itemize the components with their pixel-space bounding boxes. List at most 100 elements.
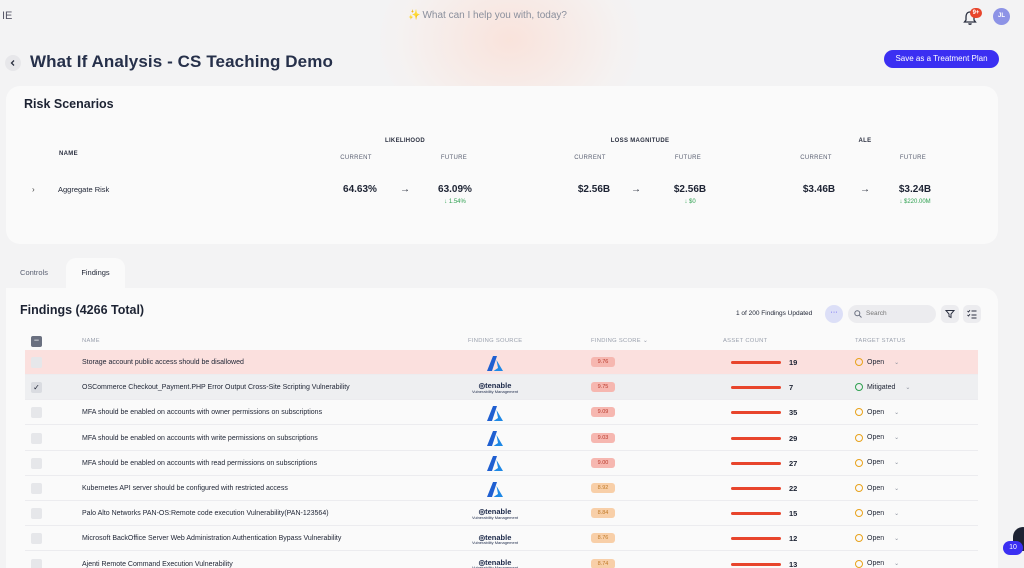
loss-delta: ↓ $0 (684, 199, 696, 205)
table-row[interactable]: Storage account public access should be … (25, 350, 978, 375)
likelihood-current-header: CURRENT (340, 155, 372, 161)
column-header-asset-count: ASSET COUNT (723, 338, 768, 344)
finding-name: OSCommerce Checkout_Payment.PHP Error Ou… (82, 384, 350, 392)
table-row[interactable]: MFA should be enabled on accounts with w… (25, 426, 978, 451)
target-status-select[interactable]: Open ⌄ (855, 534, 899, 543)
row-checkbox[interactable] (31, 432, 42, 444)
back-button[interactable] (5, 55, 21, 71)
table-row[interactable]: Ajenti Remote Command Execution Vulnerab… (25, 552, 978, 568)
asset-count: 35 (789, 408, 798, 418)
ask-assistant-input[interactable]: ✨ What can I help you with, today? (408, 10, 567, 21)
table-row[interactable]: Microsoft BackOffice Server Web Administ… (25, 526, 978, 552)
table-row[interactable]: MFA should be enabled on accounts with o… (25, 400, 978, 426)
ale-future-value: $3.24B (898, 184, 932, 195)
target-status-select[interactable]: Open ⌄ (855, 408, 899, 417)
table-row[interactable]: Kubernetes API server should be configur… (25, 476, 978, 501)
chevron-down-icon: ⌄ (894, 435, 900, 442)
target-status-select[interactable]: Open ⌄ (855, 509, 899, 518)
asset-count: 22 (789, 484, 798, 493)
target-status-select[interactable]: Open ⌄ (855, 433, 900, 442)
table-row[interactable]: MFA should be enabled on accounts with r… (25, 451, 978, 476)
finding-score-badge: 8.76 (591, 533, 615, 544)
row-checkbox[interactable] (31, 533, 42, 545)
chevron-down-icon: ⌄ (894, 561, 900, 568)
finding-score-badge: 9.75 (591, 382, 615, 393)
row-checkbox[interactable] (31, 508, 42, 520)
target-status-select[interactable]: Open ⌄ (855, 358, 899, 366)
status-label: Open (867, 560, 885, 568)
score-header-label: FINDING SCORE (591, 338, 641, 344)
status-label: Open (867, 484, 885, 492)
target-status-select[interactable]: Open ⌄ (855, 458, 900, 467)
row-checkbox[interactable] (31, 558, 42, 568)
target-status-select[interactable]: Open ⌄ (855, 559, 900, 568)
target-status-select[interactable]: Mitigated ⌄ (855, 383, 911, 392)
row-checkbox[interactable]: ✓ (31, 382, 42, 394)
more-options-button[interactable]: ··· (825, 305, 843, 323)
asset-count-bar (731, 512, 781, 516)
finding-name: Storage account public access should be … (82, 359, 244, 366)
check-circle-icon (855, 383, 863, 392)
ale-current-value: $3.46B (802, 184, 836, 195)
azure-logo-icon (465, 430, 525, 448)
likelihood-header: LIKELIHOOD (385, 138, 425, 144)
asset-count: 29 (789, 433, 798, 443)
loss-future-header: FUTURE (674, 155, 702, 161)
page-title: What If Analysis - CS Teaching Demo (30, 52, 333, 71)
row-checkbox[interactable] (31, 407, 42, 419)
table-row[interactable]: ✓ OSCommerce Checkout_Payment.PHP Error O… (25, 375, 978, 401)
row-checkbox[interactable] (31, 357, 42, 368)
status-label: Open (867, 408, 885, 416)
tenable-logo-icon: ◎tenable Vulnerability Management (471, 532, 519, 546)
asset-count: 7 (789, 383, 794, 393)
ask-placeholder: What can I help you with, today? (422, 10, 567, 21)
filter-button[interactable] (941, 305, 959, 323)
chevron-down-icon: ⌄ (905, 384, 911, 391)
chevron-down-icon: ⌄ (894, 460, 900, 467)
risk-scenarios-card: Risk Scenarios NAME LIKELIHOOD LOSS MAGN… (6, 86, 998, 244)
clock-icon (855, 408, 863, 417)
name-column-header: NAME (59, 151, 78, 157)
column-header-score[interactable]: FINDING SCORE ⌄ (591, 338, 648, 344)
table-row[interactable]: Palo Alto Networks PAN-OS:Remote code ex… (25, 501, 978, 527)
tab-findings[interactable]: Findings (66, 258, 125, 290)
azure-logo-icon (465, 480, 525, 498)
likelihood-delta: ↓ 1.54% (444, 199, 466, 205)
asset-count: 27 (789, 458, 798, 468)
azure-logo-icon (465, 455, 525, 473)
target-status-select[interactable]: Open ⌄ (855, 484, 899, 492)
column-settings-button[interactable] (963, 305, 981, 323)
asset-count-bar (731, 461, 781, 465)
select-all-checkbox[interactable]: − (31, 336, 42, 347)
status-label: Open (867, 534, 885, 542)
tab-controls[interactable]: Controls (6, 258, 62, 290)
save-treatment-plan-button[interactable]: Save as a Treatment Plan (884, 50, 999, 68)
status-label: Open (867, 358, 885, 366)
loss-future-value: $2.56B (673, 184, 707, 195)
tenable-logo-icon: ◎tenable Vulnerability Management (471, 507, 519, 520)
column-header-source: FINDING SOURCE (468, 338, 523, 344)
arrow-right-icon: → (631, 184, 641, 195)
finding-score-badge: 9.00 (591, 457, 615, 468)
logo: IE (2, 10, 13, 22)
row-checkbox[interactable] (31, 483, 42, 494)
finding-score-badge: 9.03 (591, 432, 615, 443)
avatar[interactable]: JL (993, 8, 1010, 25)
expand-row-icon[interactable]: › (32, 185, 35, 194)
clock-icon (855, 509, 863, 518)
arrow-right-icon: → (400, 184, 410, 195)
row-checkbox[interactable] (31, 457, 42, 469)
status-label: Open (867, 509, 885, 517)
status-label: Open (867, 459, 885, 467)
chevron-down-icon: ⌄ (642, 338, 649, 344)
clock-icon (855, 358, 863, 366)
loss-current-value: $2.56B (577, 184, 611, 195)
asset-count-bar (731, 411, 781, 415)
finding-score-badge: 9.76 (591, 357, 615, 367)
chevron-down-icon: ⌄ (894, 359, 900, 366)
asset-count-bar (731, 562, 781, 566)
azure-logo-icon (465, 404, 525, 422)
ale-future-header: FUTURE (899, 155, 927, 161)
likelihood-current-value: 64.63% (343, 184, 377, 195)
finding-score-badge: 9.09 (591, 407, 615, 418)
